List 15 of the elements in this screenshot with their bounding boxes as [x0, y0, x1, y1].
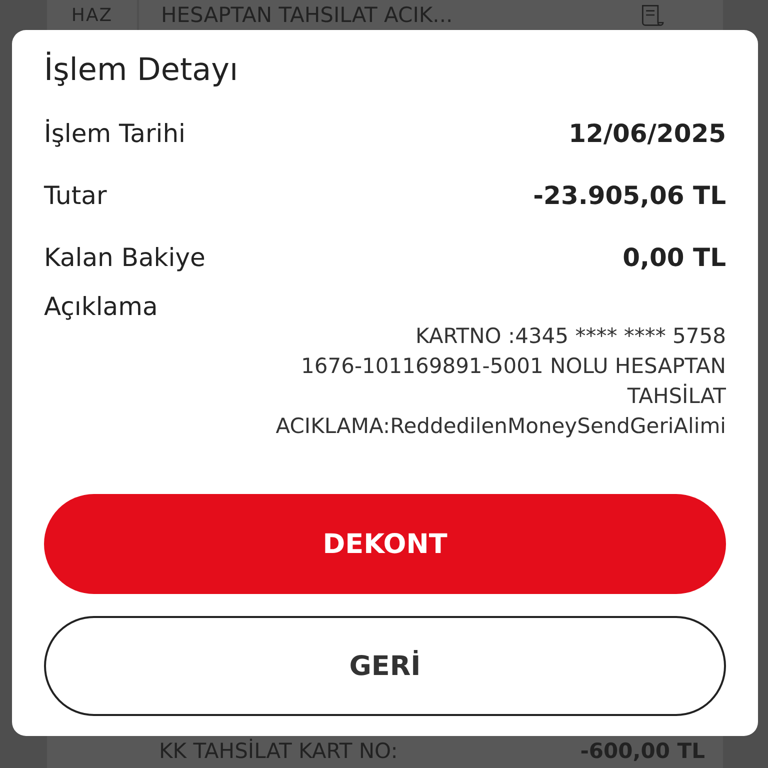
field-label: Kalan Bakiye [44, 242, 206, 272]
field-value: 12/06/2025 [568, 118, 726, 148]
receipt-icon[interactable] [639, 4, 665, 26]
field-label: Tutar [44, 180, 107, 210]
description-text: KARTNO :4345 **** **** 5758 [414, 323, 726, 350]
field-value: 0,00 TL [622, 242, 726, 272]
description-text: TAHSİLAT [626, 382, 726, 410]
dialog-title: İşlem Detayı [44, 52, 240, 88]
field-label: İşlem Tarihi [44, 118, 186, 148]
field-label: Açıklama [44, 292, 159, 321]
description-text: ACIKLAMA:ReddedilenMoneySendGeriAlimi [274, 413, 726, 440]
back-button[interactable]: GERİ [44, 616, 726, 716]
field-value: -23.905,06 TL [533, 180, 726, 210]
description-text: 1676-101169891-5001 NOLU HESAPTAN [300, 353, 726, 380]
receipt-button[interactable]: DEKONT [44, 494, 726, 594]
